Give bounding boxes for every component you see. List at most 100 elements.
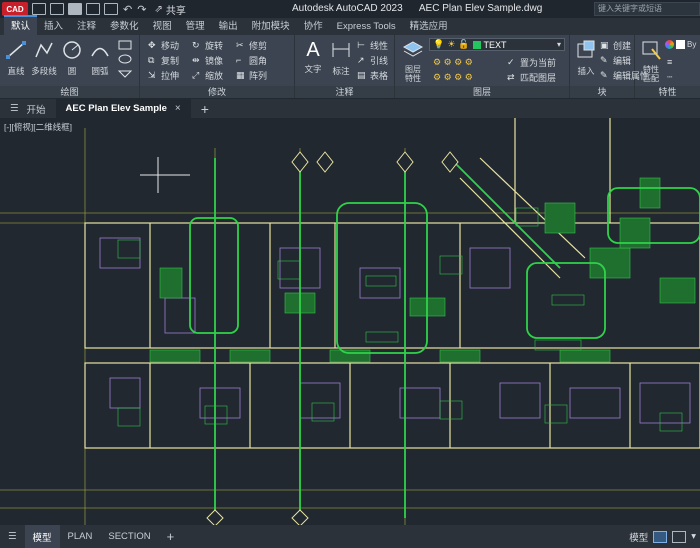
- rectangle-icon[interactable]: [116, 39, 138, 79]
- snap-mode-icon[interactable]: [672, 530, 687, 543]
- drawing-canvas[interactable]: [-][俯视][二维线框]: [0, 118, 700, 525]
- share-button[interactable]: ⇗ 共享: [154, 2, 185, 17]
- tab-annotate[interactable]: 注释: [70, 18, 103, 35]
- circle-tool[interactable]: 圆: [58, 39, 86, 77]
- new-file-icon[interactable]: [32, 3, 46, 15]
- tab-output[interactable]: 输出: [212, 18, 245, 35]
- edit-block-icon: ✎: [600, 55, 608, 65]
- viewport-controls[interactable]: [-][俯视][二维线框]: [4, 121, 72, 133]
- tab-default[interactable]: 默认: [4, 15, 38, 35]
- table-tool[interactable]: ▤ 表格: [357, 68, 388, 82]
- rotate-icon: ↻: [192, 40, 200, 50]
- layer-dropdown[interactable]: 💡 ☀ 🔓 TEXT ▾: [429, 38, 565, 51]
- insert-block-tool[interactable]: 插入: [572, 39, 600, 77]
- fillet-tool[interactable]: ⌐ 圆角: [236, 53, 267, 67]
- print-icon[interactable]: [104, 3, 118, 15]
- create-block-icon: ▣: [600, 40, 609, 50]
- save-icon[interactable]: [68, 3, 82, 15]
- tab-express-tools[interactable]: Express Tools: [330, 21, 403, 35]
- tab-section[interactable]: SECTION: [100, 525, 158, 548]
- layers-group: 图层 特性 💡 ☀ 🔓 TEXT ▾ ⚙ ⚙ ⚙ ⚙ ⚙ ⚙ ⚙ ⚙ ✓ 置为当前…: [395, 35, 570, 98]
- linetype-dropdown[interactable]: ┄: [667, 70, 672, 84]
- edit-attributes-icon: ✎: [600, 70, 608, 80]
- status-tools: 模型 ▾: [629, 525, 700, 548]
- grid-display-icon[interactable]: [653, 530, 668, 543]
- move-icon: ✥: [148, 40, 156, 50]
- search-input[interactable]: 键入关键字或短语: [594, 2, 700, 16]
- new-tab-button[interactable]: +: [191, 99, 219, 118]
- share-icon: ⇗: [154, 3, 163, 15]
- dimension-tool[interactable]: 标注: [327, 39, 355, 77]
- arc-icon: [91, 47, 109, 57]
- mirror-tool[interactable]: ⇹ 镜像: [192, 53, 223, 67]
- tab-plan[interactable]: PLAN: [60, 525, 101, 548]
- save-as-icon[interactable]: [86, 3, 100, 15]
- make-current-button[interactable]: ✓ 置为当前: [507, 55, 556, 69]
- match-properties-icon: [642, 41, 661, 60]
- make-current-icon: ✓: [507, 57, 515, 67]
- fillet-icon: ⌐: [236, 55, 242, 65]
- tab-active-drawing[interactable]: AEC Plan Elev Sample ×: [55, 99, 191, 118]
- move-tool[interactable]: ✥ 移动: [148, 38, 179, 52]
- edit-block-button[interactable]: ✎ 编辑: [600, 53, 631, 67]
- scale-tool[interactable]: ⤢ 缩放: [192, 68, 223, 82]
- tab-insert[interactable]: 插入: [37, 18, 70, 35]
- tab-start[interactable]: ☰ 开始: [0, 99, 56, 118]
- layer-tools-row-2[interactable]: ⚙ ⚙ ⚙ ⚙: [433, 70, 473, 84]
- linetype-icon: ┄: [667, 71, 673, 82]
- linear-dim-tool[interactable]: ⊢ 线性: [357, 38, 388, 52]
- menu-icon: ☰: [10, 103, 19, 114]
- arc-tool[interactable]: 圆弧: [86, 39, 114, 77]
- layer-properties-tool[interactable]: 图层 特性: [399, 39, 427, 83]
- polyline-tool[interactable]: 多段线: [30, 39, 58, 77]
- layer-tool-icon: ⚙ ⚙ ⚙ ⚙: [433, 56, 473, 67]
- match-layer-button[interactable]: ⇄ 匹配图层: [507, 70, 556, 84]
- tab-manage[interactable]: 管理: [179, 18, 212, 35]
- circle-icon: [63, 41, 81, 59]
- tab-model[interactable]: 模型: [24, 525, 60, 548]
- match-properties-tool[interactable]: 特性 匹配: [637, 39, 665, 83]
- undo-icon[interactable]: ↶: [123, 3, 132, 16]
- lineweight-dropdown[interactable]: ≡: [667, 55, 672, 69]
- model-space-toggle[interactable]: 模型: [629, 530, 648, 544]
- color-wheel-icon: [665, 39, 674, 49]
- insert-block-icon: [577, 40, 595, 58]
- add-layout-button[interactable]: +: [159, 529, 183, 544]
- text-tool[interactable]: A 文字: [299, 39, 327, 75]
- tab-collaborate[interactable]: 协作: [297, 18, 330, 35]
- draw-group: 直线 多段线 圆 圆弧 绘图: [0, 35, 140, 98]
- mirror-icon: ⇹: [192, 55, 200, 65]
- autocad-logo[interactable]: CAD: [2, 2, 28, 16]
- open-file-icon[interactable]: [50, 3, 64, 15]
- leader-tool[interactable]: ↗ 引线: [357, 53, 388, 67]
- stretch-tool[interactable]: ⇲ 拉伸: [148, 68, 179, 82]
- lineweight-icon: ≡: [667, 57, 673, 67]
- layout-menu-icon[interactable]: ☰: [0, 525, 25, 548]
- layer-tools-row-1[interactable]: ⚙ ⚙ ⚙ ⚙: [433, 55, 473, 69]
- layer-lock-icon: 🔓: [458, 39, 470, 49]
- layer-stack-icon: [402, 41, 424, 57]
- color-dropdown[interactable]: By: [665, 38, 700, 50]
- close-icon[interactable]: ×: [175, 103, 181, 114]
- array-icon: ▦: [236, 70, 245, 80]
- line-tool[interactable]: 直线: [2, 39, 30, 77]
- leader-icon: ↗: [357, 55, 365, 65]
- title-bar: CAD ↶ ↷ ⇗ 共享 Autodesk AutoCAD 2023 AEC P…: [0, 0, 700, 18]
- tab-parametric[interactable]: 参数化: [103, 18, 146, 35]
- match-layer-icon: ⇄: [507, 72, 515, 82]
- tab-view[interactable]: 视图: [146, 18, 179, 35]
- modify-group: ✥ 移动 ↻ 旋转 ✂ 修剪 ⧉ 复制 ⇹ 镜像 ⌐ 圆角 ⇲ 拉伸 ⤢ 缩放 ▦ 阵列 修改: [140, 35, 295, 98]
- rotate-tool[interactable]: ↻ 旋转: [192, 38, 223, 52]
- properties-group: 特性 匹配 By ≡ ┄ 特性: [635, 35, 700, 98]
- ribbon-panel: 直线 多段线 圆 圆弧 绘图 ✥ 移动 ↻ 旋转 ✂ 修剪 ⧉ 复制 ⇹ 镜像 ⌐ 圆角 ⇲…: [0, 35, 700, 98]
- layer-freeze-icon: ☀: [447, 39, 456, 49]
- copy-tool[interactable]: ⧉ 复制: [148, 53, 179, 67]
- status-dropdown-icon[interactable]: ▾: [691, 531, 696, 542]
- trim-tool[interactable]: ✂ 修剪: [236, 38, 267, 52]
- tab-featured-apps[interactable]: 精选应用: [403, 18, 455, 35]
- create-block-button[interactable]: ▣ 创建: [600, 38, 631, 52]
- redo-icon[interactable]: ↷: [137, 3, 146, 16]
- tab-addins[interactable]: 附加模块: [245, 18, 297, 35]
- array-tool[interactable]: ▦ 阵列: [236, 68, 267, 82]
- stretch-icon: ⇲: [148, 70, 156, 80]
